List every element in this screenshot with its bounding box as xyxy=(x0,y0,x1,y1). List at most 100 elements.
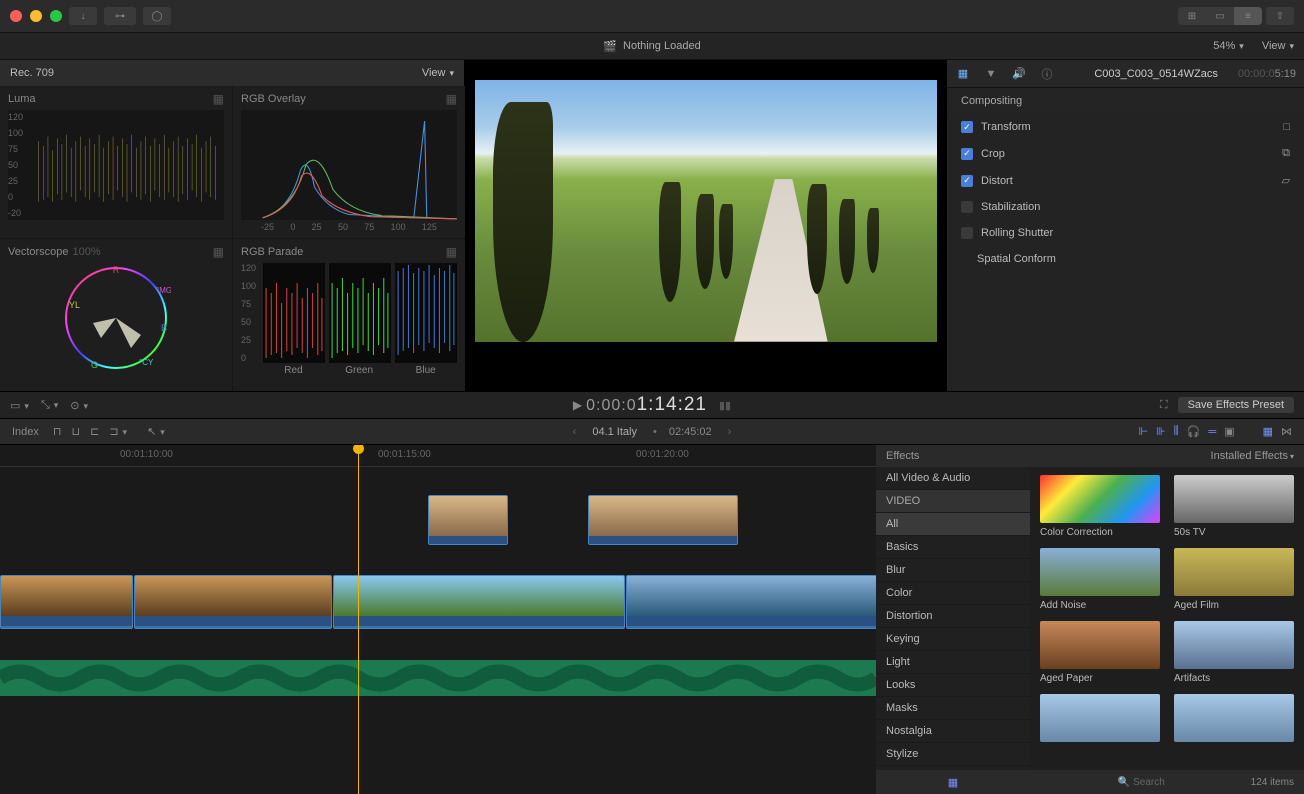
settings-icon[interactable]: ▦ xyxy=(446,245,457,259)
checkbox-icon[interactable]: ✓ xyxy=(961,148,973,160)
timeline-ruler[interactable]: 00:01:10:00 00:01:15:00 00:01:20:00 xyxy=(0,445,876,467)
row-action-icon[interactable]: ▱ xyxy=(1282,174,1290,187)
scope-view-dropdown[interactable]: View xyxy=(422,67,454,79)
rgb-parade-label: RGB Parade xyxy=(241,246,303,258)
prev-edit-icon[interactable]: ‹ xyxy=(573,426,577,438)
effect-item-aged-film[interactable]: Aged Film xyxy=(1174,548,1294,611)
timeline[interactable]: 00:01:10:00 00:01:15:00 00:01:20:00 B005… xyxy=(0,445,876,794)
play-button[interactable]: ▶ xyxy=(573,398,582,412)
viewer-canvas[interactable] xyxy=(465,60,946,391)
row-action-icon[interactable]: □ xyxy=(1283,121,1290,133)
keyword-button[interactable]: ⊶ xyxy=(104,7,136,25)
effect-item-aged-paper[interactable]: Aged Paper xyxy=(1040,621,1160,684)
snap-icon[interactable]: ⤡ xyxy=(41,399,58,412)
effects-cat-light[interactable]: Light xyxy=(876,651,1030,674)
clip-a007c0170515bgs[interactable]: A007_C017_0515BGs xyxy=(626,575,876,629)
minimize-icon[interactable] xyxy=(30,10,42,22)
inspector-spatial-conform[interactable]: Spatial Conform xyxy=(947,246,1304,272)
settings-icon[interactable]: ▦ xyxy=(446,92,457,106)
effects-cat-looks[interactable]: Looks xyxy=(876,674,1030,697)
effects-cat-basics[interactable]: Basics xyxy=(876,536,1030,559)
fullscreen-icon[interactable]: ⛶ xyxy=(1160,399,1168,412)
tab-info-icon[interactable]: ⓘ xyxy=(1039,66,1055,82)
effects-cat-all-video---audio[interactable]: All Video & Audio xyxy=(876,467,1030,490)
layout-browser-icon[interactable]: ⊞ xyxy=(1178,7,1206,25)
inspector-row-rolling-shutter[interactable]: Rolling Shutter xyxy=(947,220,1304,246)
effects-cat-all[interactable]: All xyxy=(876,513,1030,536)
checkbox-icon[interactable] xyxy=(961,227,973,239)
effects-cat-video[interactable]: VIDEO xyxy=(876,490,1030,513)
playhead[interactable] xyxy=(358,445,359,794)
effects-cat-color[interactable]: Color xyxy=(876,582,1030,605)
close-icon[interactable] xyxy=(10,10,22,22)
effects-library-icon[interactable]: ▦ xyxy=(948,776,958,789)
effect-item-partial[interactable] xyxy=(1040,694,1160,742)
save-effects-preset-button[interactable]: Save Effects Preset xyxy=(1178,397,1294,413)
effects-cat-nostalgia[interactable]: Nostalgia xyxy=(876,720,1030,743)
render-button[interactable]: ◯ xyxy=(143,7,171,25)
installed-effects-dropdown[interactable]: Installed Effects xyxy=(1211,450,1288,462)
tab-color-icon[interactable]: ▼ xyxy=(983,66,999,82)
tl-tool2-icon[interactable]: ⊪ xyxy=(1156,425,1166,438)
zoom-dropdown[interactable]: 54% xyxy=(1213,40,1244,52)
tl-tool1-icon[interactable]: ⊩ xyxy=(1138,425,1148,438)
effect-item-50s-tv[interactable]: 50s TV xyxy=(1174,475,1294,538)
settings-icon[interactable]: ▦ xyxy=(213,92,224,106)
effects-browser-icon[interactable]: ▦ xyxy=(1263,425,1273,438)
connect-icon[interactable]: ⊓ xyxy=(53,425,62,438)
scope-mode[interactable]: Rec. 709 xyxy=(10,67,54,79)
effects-cat-stylize[interactable]: Stylize xyxy=(876,743,1030,766)
import-button[interactable]: ↓ xyxy=(69,7,97,25)
settings-icon[interactable]: ▦ xyxy=(213,245,224,259)
layout-timeline-icon[interactable]: ▭ xyxy=(1206,7,1234,25)
next-edit-icon[interactable]: › xyxy=(728,426,732,438)
view-dropdown[interactable]: View xyxy=(1262,40,1294,52)
tab-video-icon[interactable]: ▦ xyxy=(955,66,971,82)
checkbox-icon[interactable]: ✓ xyxy=(961,121,973,133)
arrow-tool-icon[interactable]: ↖ xyxy=(147,425,165,438)
effect-label: Add Noise xyxy=(1040,600,1160,611)
checkbox-icon[interactable]: ✓ xyxy=(961,175,973,187)
tab-audio-icon[interactable]: 🔊 xyxy=(1011,66,1027,82)
layout-inspector-icon[interactable]: ≡ xyxy=(1234,7,1262,25)
checkbox-icon[interactable] xyxy=(961,201,973,213)
effect-item-artifacts[interactable]: Artifacts xyxy=(1174,621,1294,684)
clip-c003c0030514wzacs[interactable]: C003_C003_0514WZacs xyxy=(333,575,625,629)
audio-track[interactable] xyxy=(0,660,876,696)
inspector-row-stabilization[interactable]: Stabilization xyxy=(947,194,1304,220)
effects-cat-blur[interactable]: Blur xyxy=(876,559,1030,582)
clip-b006c0080516hkbs[interactable]: B006_C008_0516HKbs xyxy=(134,575,332,629)
clip-b006c0170516rxs[interactable]: B006_C017_0516RXs xyxy=(588,495,738,545)
inspector-row-transform[interactable]: ✓Transform□ xyxy=(947,114,1304,140)
project-name[interactable]: 04.1 Italy xyxy=(592,426,637,438)
tl-headphones-icon[interactable]: 🎧 xyxy=(1187,425,1201,438)
overwrite-icon[interactable]: ⊐ xyxy=(109,425,127,438)
effect-item-color-correction[interactable]: Color Correction xyxy=(1040,475,1160,538)
effect-thumbnail xyxy=(1040,548,1160,596)
clip-appearance-icon[interactable]: ▭ xyxy=(10,399,29,412)
effect-thumbnail xyxy=(1174,475,1294,523)
effects-cat-keying[interactable]: Keying xyxy=(876,628,1030,651)
inspector-row-distort[interactable]: ✓Distort▱ xyxy=(947,167,1304,194)
append-icon[interactable]: ⊏ xyxy=(90,425,99,438)
effects-browser: Installed Effects▾ Color Correction50s T… xyxy=(1030,445,1304,794)
share-button[interactable]: ⇧ xyxy=(1266,7,1294,25)
insert-icon[interactable]: ⊔ xyxy=(72,425,81,438)
tl-tool4-icon[interactable]: ▣ xyxy=(1224,425,1234,438)
effect-item-add-noise[interactable]: Add Noise xyxy=(1040,548,1160,611)
zoom-icon[interactable] xyxy=(50,10,62,22)
skimming-icon[interactable]: ⊙ xyxy=(70,399,88,412)
effect-item-partial[interactable] xyxy=(1174,694,1294,742)
clip-5150ws[interactable]: 5150Ws xyxy=(0,575,133,629)
inspector-row-crop[interactable]: ✓Crop⧉ xyxy=(947,140,1304,167)
index-button[interactable]: Index xyxy=(12,426,39,438)
row-action-icon[interactable]: ⧉ xyxy=(1282,147,1290,160)
effects-cat-distortion[interactable]: Distortion xyxy=(876,605,1030,628)
transitions-browser-icon[interactable]: ⋈ xyxy=(1281,425,1292,438)
effects-cat-masks[interactable]: Masks xyxy=(876,697,1030,720)
tl-tool3-icon[interactable]: ═ xyxy=(1208,426,1216,438)
clip-b005c00705[interactable]: B005_C007_05... xyxy=(428,495,508,545)
inspector-section-compositing[interactable]: Compositing xyxy=(947,88,1304,114)
tl-audio-icon[interactable]: ⫼ xyxy=(1174,425,1179,438)
timecode-display[interactable]: 0:00:01:14:21 xyxy=(586,394,707,416)
